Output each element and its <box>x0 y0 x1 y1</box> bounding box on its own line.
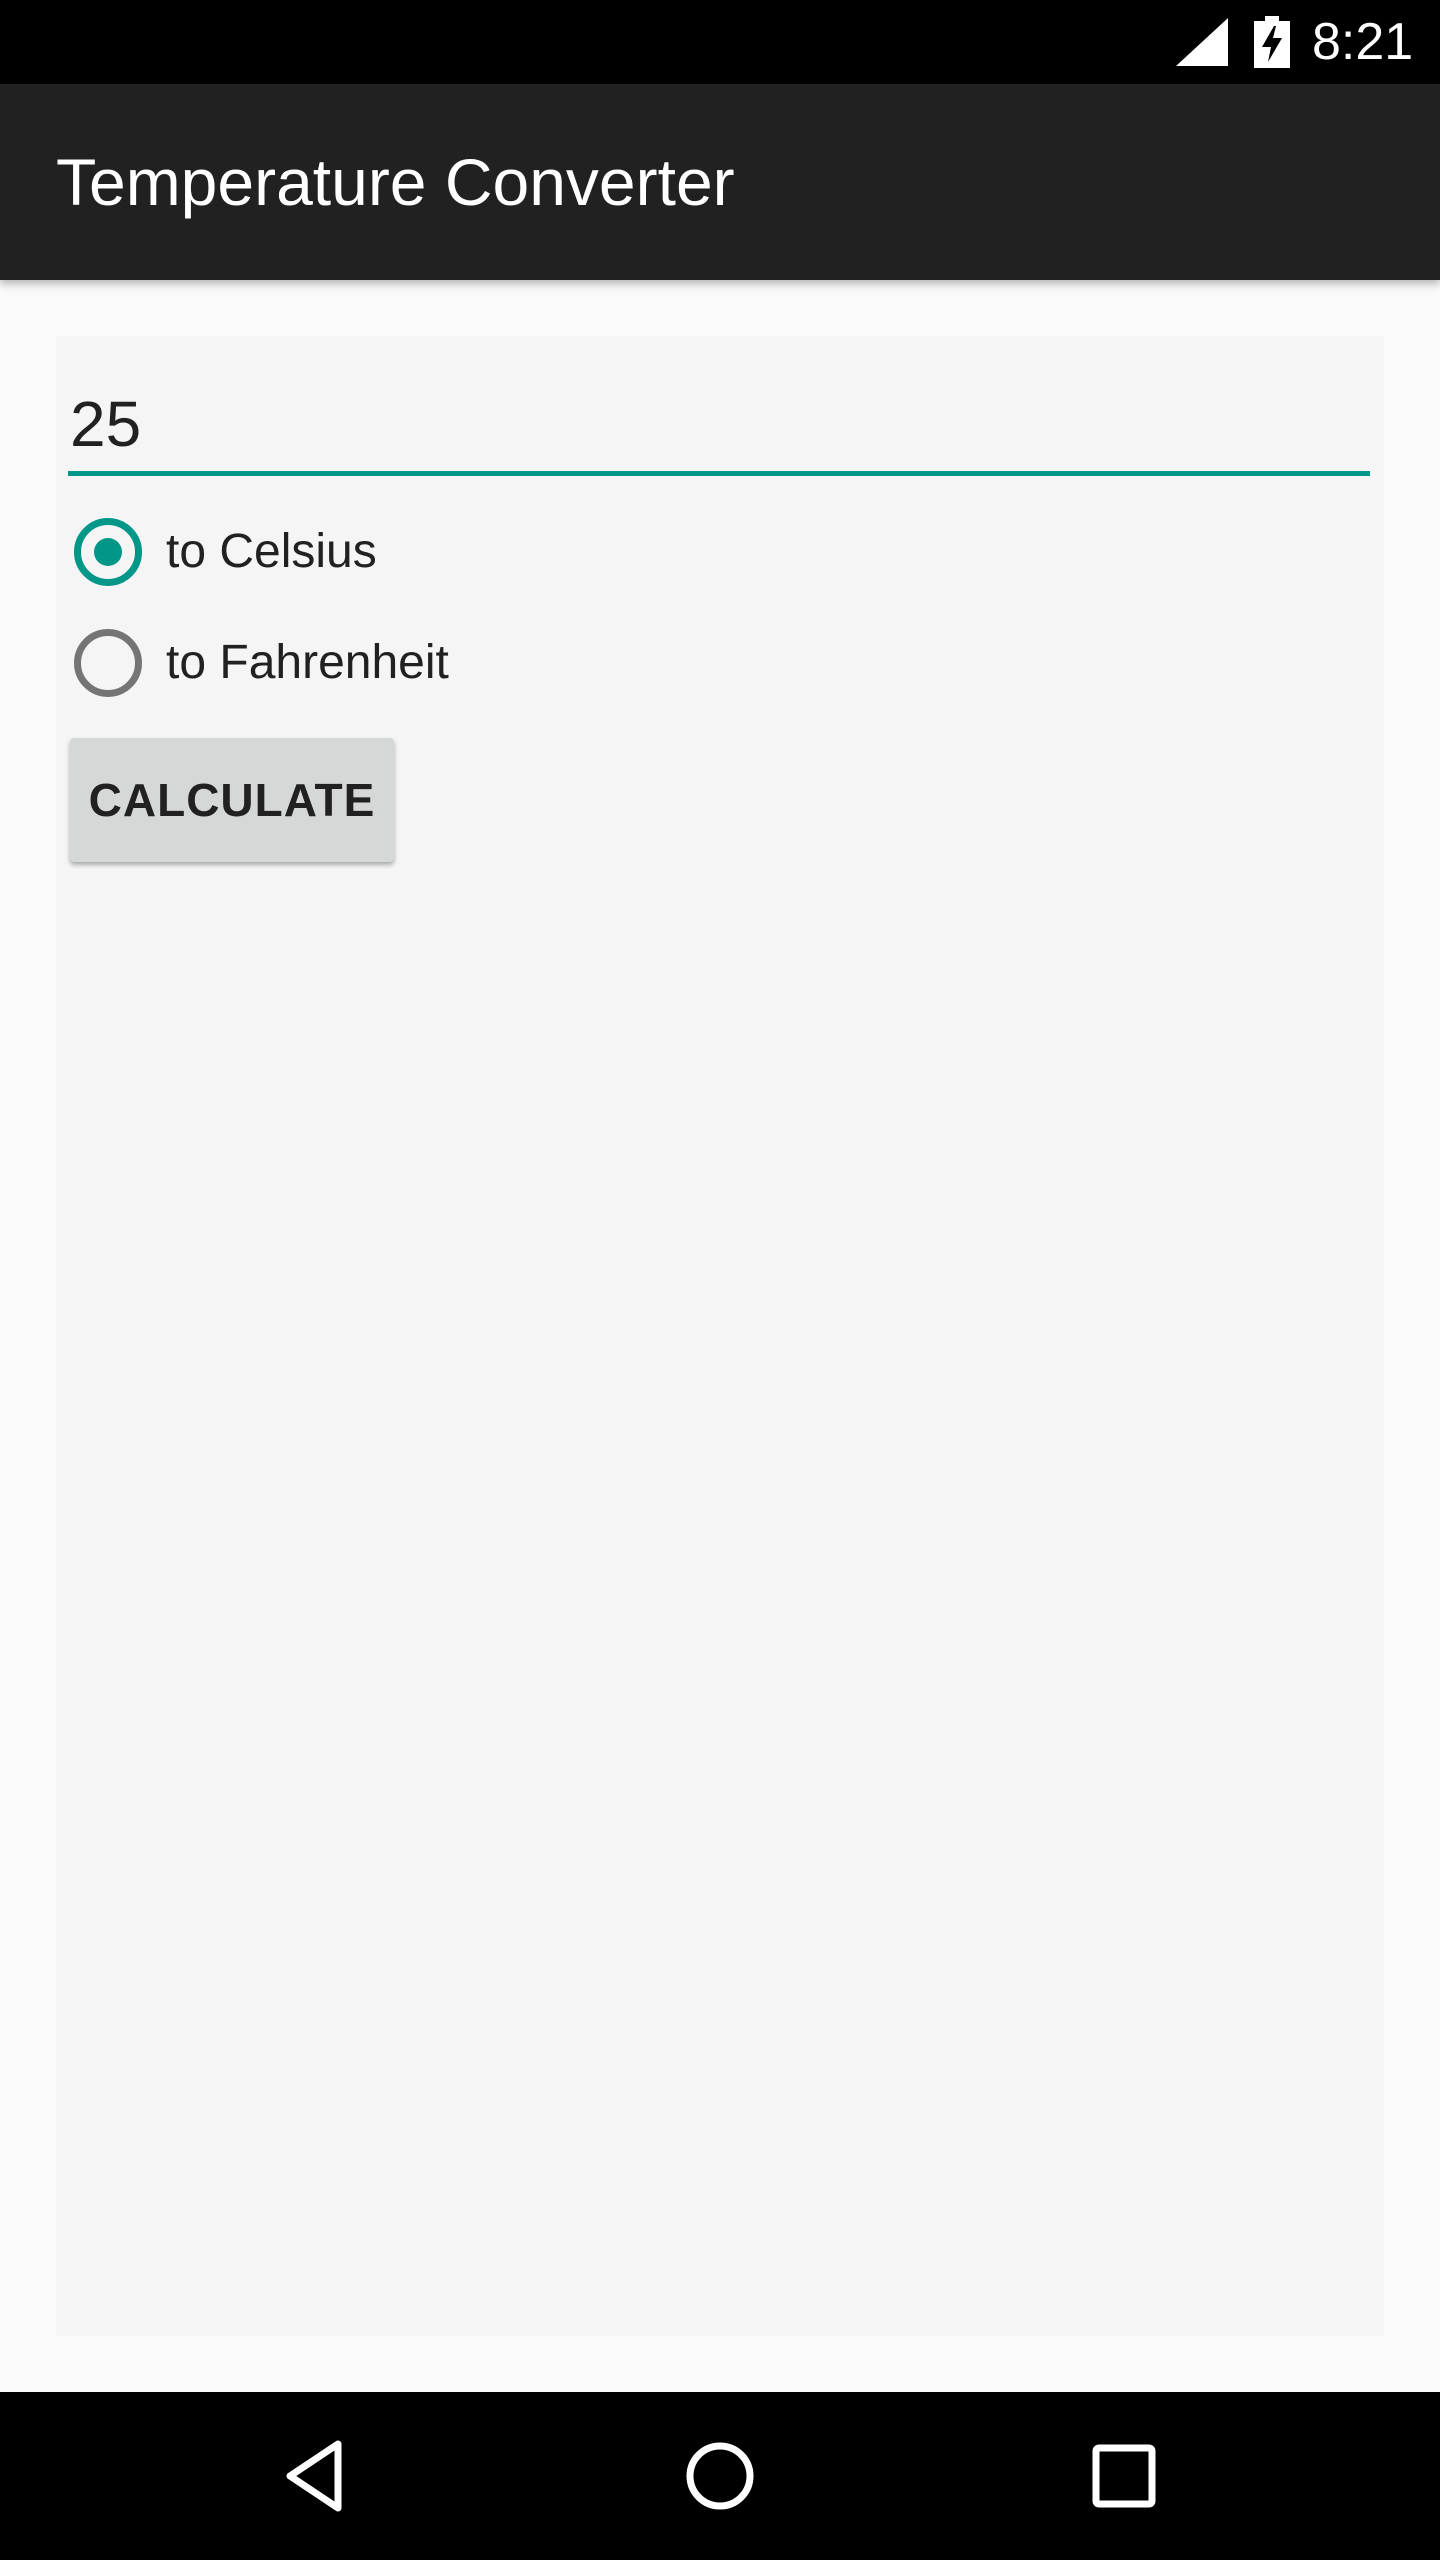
app-title: Temperature Converter <box>56 145 735 219</box>
battery-charging-icon <box>1254 16 1290 68</box>
radio-unchecked-icon[interactable] <box>74 629 142 697</box>
recents-icon[interactable] <box>1076 2428 1172 2524</box>
radio-option-fahrenheit[interactable]: to Fahrenheit <box>74 623 774 703</box>
radio-dot-icon <box>94 538 122 566</box>
calculate-button[interactable]: CALCULATE <box>70 738 394 862</box>
radio-label-celsius: to Celsius <box>166 525 377 578</box>
navigation-bar <box>0 2392 1440 2560</box>
radio-option-celsius[interactable]: to Celsius <box>74 512 774 592</box>
status-bar: 8:21 <box>0 0 1440 84</box>
temperature-input[interactable] <box>68 376 1370 476</box>
radio-label-fahrenheit: to Fahrenheit <box>166 636 449 689</box>
status-clock: 8:21 <box>1312 13 1414 71</box>
home-icon[interactable] <box>672 2428 768 2524</box>
app-bar: Temperature Converter <box>0 84 1440 280</box>
signal-icon <box>1176 18 1228 66</box>
converter-form: to Celsius to Fahrenheit CALCULATE <box>56 336 1384 2336</box>
back-icon[interactable] <box>268 2428 364 2524</box>
radio-checked-icon[interactable] <box>74 518 142 586</box>
